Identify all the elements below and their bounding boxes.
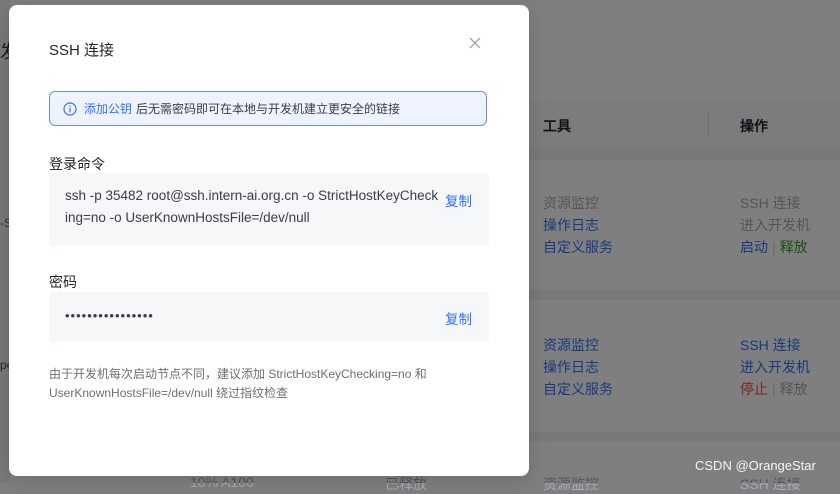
fingerprint-hint: 由于开发机每次启动节点不同，建议添加 StrictHostKeyChecking… <box>49 367 427 400</box>
password-box: •••••••••••••••• 复制 <box>49 292 489 342</box>
password-label: 密码 <box>49 274 77 290</box>
password-text: •••••••••••••••• <box>65 308 154 323</box>
copy-command-button[interactable]: 复制 <box>445 190 472 210</box>
login-command-box: ssh -p 35482 root@ssh.intern-ai.org.cn -… <box>49 173 489 246</box>
copy-password-button[interactable]: 复制 <box>445 308 472 328</box>
add-public-key-link[interactable]: 添加公钥 <box>84 100 132 117</box>
dialog-title: SSH 连接 <box>49 42 115 59</box>
watermark: CSDN @OrangeStar <box>695 458 816 473</box>
notice-text: 后无需密码即可在本地与开发机建立更安全的链接 <box>136 102 401 116</box>
login-command-text[interactable]: ssh -p 35482 root@ssh.intern-ai.org.cn -… <box>65 185 441 229</box>
close-icon[interactable] <box>466 34 484 52</box>
ssh-connect-dialog: SSH 连接 添加公钥 后无需密码即可在本地与开发机建立更安全的链接 登录命令 … <box>9 5 529 476</box>
public-key-notice: 添加公钥 后无需密码即可在本地与开发机建立更安全的链接 <box>49 91 487 126</box>
info-icon <box>63 101 77 116</box>
login-command-label: 登录命令 <box>49 156 105 172</box>
